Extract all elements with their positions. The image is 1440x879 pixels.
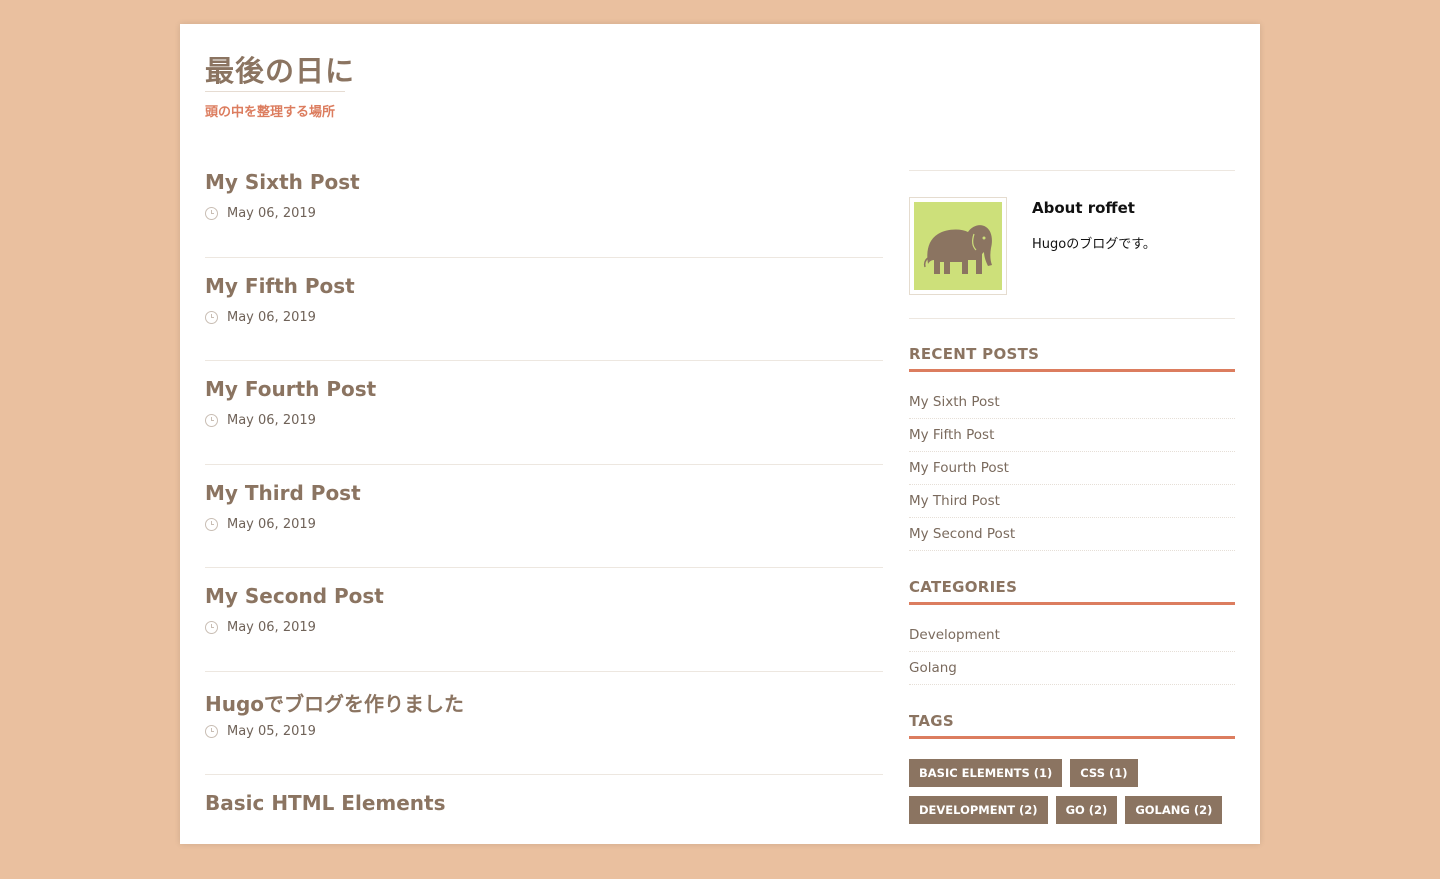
site-description: 頭の中を整理する場所 (205, 105, 336, 120)
tag-link[interactable]: CSS (1) (1070, 759, 1138, 787)
post-meta: May 06, 2019 (205, 206, 316, 221)
recent-posts-widget: RECENT POSTS My Sixth Post My Fifth Post… (909, 345, 1235, 551)
recent-post-link[interactable]: My Fourth Post (909, 452, 1235, 485)
post-item: Hugoでブログを作りました May 05, 2019 (205, 672, 883, 775)
post-title-link[interactable]: Basic HTML Elements (205, 791, 446, 815)
recent-posts-list: My Sixth Post My Fifth Post My Fourth Po… (909, 386, 1235, 551)
post-meta: May 06, 2019 (205, 413, 316, 428)
post-item: My Third Post May 06, 2019 (205, 465, 883, 568)
post-title-link[interactable]: Hugoでブログを作りました (205, 688, 464, 717)
widget-title: CATEGORIES (909, 578, 1235, 605)
widget-title: RECENT POSTS (909, 345, 1235, 372)
sidebar: About roffet Hugoのブログです。 RECENT POSTS My… (909, 170, 1235, 824)
post-meta: May 06, 2019 (205, 310, 316, 325)
tags-widget: TAGS BASIC ELEMENTS (1) CSS (1) DEVELOPM… (909, 712, 1235, 824)
category-link[interactable]: Development (909, 619, 1235, 652)
category-link[interactable]: Golang (909, 652, 1235, 685)
clock-icon (205, 517, 218, 531)
avatar (909, 197, 1007, 295)
clock-icon (205, 310, 218, 324)
post-item: My Fifth Post May 06, 2019 (205, 258, 883, 361)
post-meta: May 05, 2019 (205, 724, 316, 739)
recent-post-link[interactable]: My Second Post (909, 518, 1235, 551)
post-title-link[interactable]: My Second Post (205, 584, 384, 608)
post-date: May 06, 2019 (227, 413, 316, 428)
page-container: 最後の日に 頭の中を整理する場所 My Sixth Post May 06, 2… (180, 24, 1260, 844)
post-date: May 05, 2019 (227, 723, 316, 739)
categories-widget: CATEGORIES Development Golang (909, 578, 1235, 685)
clock-icon (205, 724, 218, 738)
categories-list: Development Golang (909, 619, 1235, 685)
recent-post-link[interactable]: My Third Post (909, 485, 1235, 518)
post-date: May 06, 2019 (227, 620, 316, 635)
post-date: May 06, 2019 (227, 309, 316, 325)
post-meta: May 06, 2019 (205, 620, 316, 635)
recent-post-link[interactable]: My Fifth Post (909, 419, 1235, 452)
widget-title: TAGS (909, 712, 1235, 739)
about-title: About roffet (1032, 199, 1135, 217)
post-item: Basic HTML Elements (205, 775, 883, 879)
elephant-icon (914, 202, 1002, 290)
tag-link[interactable]: BASIC ELEMENTS (1) (909, 759, 1063, 787)
post-title-link[interactable]: My Fourth Post (205, 377, 376, 401)
post-list: My Sixth Post May 06, 2019 My Fifth Post… (205, 154, 883, 879)
post-title-link[interactable]: My Sixth Post (205, 170, 360, 194)
tag-cloud: BASIC ELEMENTS (1) CSS (1) DEVELOPMENT (… (909, 759, 1235, 824)
recent-post-link[interactable]: My Sixth Post (909, 386, 1235, 419)
post-date: May 06, 2019 (227, 516, 316, 532)
post-date: May 06, 2019 (227, 206, 316, 221)
post-title-link[interactable]: My Third Post (205, 481, 361, 505)
clock-icon (205, 414, 218, 427)
post-item: My Second Post May 06, 2019 (205, 568, 883, 672)
post-meta: May 06, 2019 (205, 517, 316, 532)
title-divider (205, 91, 345, 92)
post-item: My Sixth Post May 06, 2019 (205, 154, 883, 258)
post-item: My Fourth Post May 06, 2019 (205, 361, 883, 465)
clock-icon (205, 621, 218, 634)
about-widget: About roffet Hugoのブログです。 (909, 170, 1235, 319)
clock-icon (205, 207, 218, 220)
post-title-link[interactable]: My Fifth Post (205, 274, 355, 298)
about-text: Hugoのブログです。 (1032, 237, 1156, 252)
site-title[interactable]: 最後の日に (205, 48, 355, 90)
